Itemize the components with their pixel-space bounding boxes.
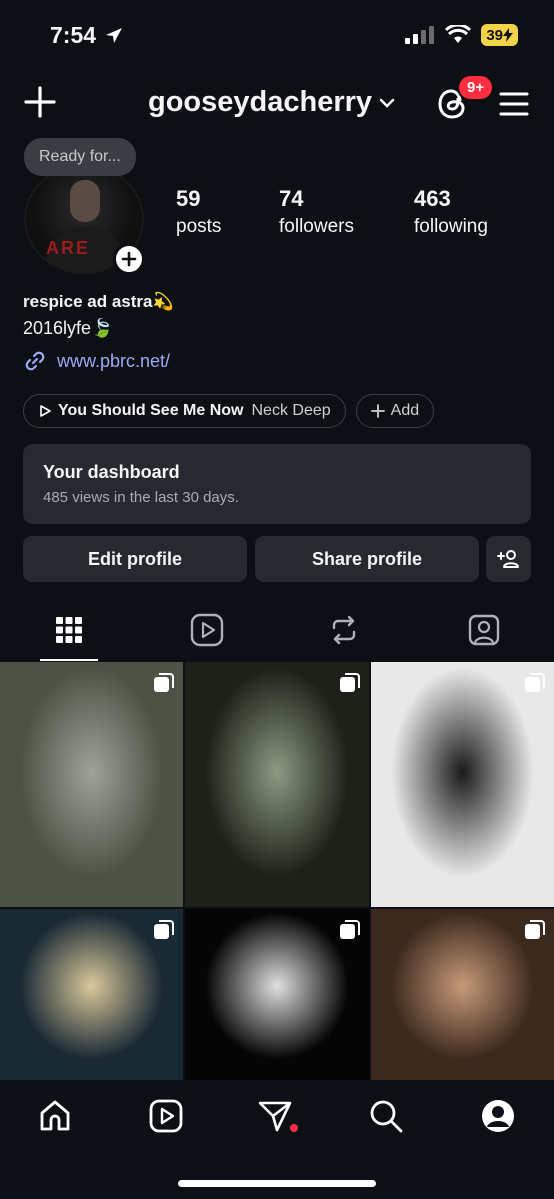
- grid-post[interactable]: [185, 909, 369, 1080]
- carousel-icon: [340, 920, 360, 939]
- stat-value: 59: [176, 186, 201, 211]
- reels-icon: [190, 613, 224, 647]
- stat-label: posts: [176, 216, 222, 237]
- nav-profile[interactable]: [478, 1096, 518, 1136]
- carousel-icon: [154, 920, 174, 939]
- tab-grid[interactable]: [49, 610, 89, 650]
- edit-profile-button[interactable]: Edit profile: [23, 536, 247, 582]
- charging-icon: [503, 28, 513, 42]
- profile-song-pill[interactable]: You Should See Me Now Neck Deep: [23, 394, 346, 428]
- stat-posts[interactable]: 59 posts: [176, 186, 221, 238]
- wifi-icon: [445, 25, 472, 43]
- battery-indicator: 39: [481, 24, 518, 46]
- stat-value: 74: [279, 186, 304, 211]
- bio-text-line: 2016lyfe🍃: [23, 318, 523, 339]
- home-indicator: [178, 1180, 376, 1187]
- dashboard-subtitle: 485 views in the last 30 days.: [43, 489, 239, 506]
- username-switcher[interactable]: gooseydacherry: [148, 86, 396, 119]
- bottom-nav: [0, 1082, 554, 1199]
- bio-name-line: respice ad astra💫: [23, 292, 523, 312]
- clock: 7:54: [50, 22, 97, 48]
- profile-tabs: [0, 604, 554, 662]
- plus-icon: [370, 404, 385, 418]
- messages-icon: [258, 1101, 292, 1132]
- add-person-icon: [496, 550, 519, 568]
- grid-post[interactable]: [371, 909, 554, 1080]
- stat-label: following: [414, 216, 488, 237]
- plus-icon: [24, 86, 56, 118]
- nav-reels[interactable]: [146, 1096, 186, 1136]
- play-icon: [40, 405, 51, 417]
- tab-tagged[interactable]: [464, 610, 504, 650]
- tab-reels[interactable]: [187, 610, 227, 650]
- link-icon: [25, 351, 45, 371]
- music-row: You Should See Me Now Neck Deep Add: [23, 394, 435, 428]
- messages-notification-dot: [290, 1124, 298, 1132]
- dashboard-card[interactable]: Your dashboard 485 views in the last 30 …: [23, 444, 531, 524]
- discover-people-button[interactable]: [486, 536, 531, 582]
- tagged-icon: [468, 614, 500, 646]
- plus-icon: [121, 251, 137, 267]
- active-tab-indicator: [40, 659, 98, 661]
- status-icons: 39: [405, 24, 518, 46]
- nav-search[interactable]: [366, 1096, 406, 1136]
- chevron-down-icon: [379, 98, 395, 108]
- repost-icon: [332, 615, 356, 645]
- carousel-icon: [340, 673, 360, 692]
- home-icon: [40, 1100, 70, 1131]
- grid-post[interactable]: [371, 662, 554, 907]
- carousel-icon: [525, 920, 545, 939]
- add-label: Add: [390, 402, 420, 419]
- profile-icon: [482, 1100, 514, 1132]
- create-button[interactable]: [22, 84, 58, 120]
- bio-text: 2016lyfe: [23, 318, 92, 338]
- threads-notification-badge: 9+: [457, 74, 495, 101]
- dizzy-emoji: 💫: [152, 292, 174, 311]
- song-title: You Should See Me Now: [58, 402, 244, 419]
- profile-actions: Edit profile Share profile: [23, 536, 531, 582]
- battery-level: 39: [486, 26, 503, 44]
- avatar-face: [70, 180, 100, 222]
- add-story-button[interactable]: [113, 243, 145, 275]
- grid-post[interactable]: [0, 909, 183, 1080]
- grid-post[interactable]: [0, 662, 183, 907]
- search-icon: [370, 1100, 403, 1133]
- status-bar: 7:54 39: [0, 0, 554, 70]
- add-button[interactable]: Add: [355, 394, 435, 428]
- song-artist: Neck Deep: [251, 402, 331, 419]
- dashboard-title: Your dashboard: [43, 462, 180, 482]
- nav-messages[interactable]: [255, 1096, 295, 1136]
- status-time: 7:54: [50, 22, 124, 49]
- avatar-shirt-text: ARE: [46, 238, 91, 258]
- reels-icon: [149, 1099, 183, 1133]
- username: gooseydacherry: [148, 86, 373, 118]
- stat-following[interactable]: 463 following: [414, 186, 488, 238]
- bio-name: respice ad astra: [23, 292, 153, 311]
- grid-icon: [56, 617, 82, 643]
- carousel-icon: [154, 673, 174, 692]
- post-grid: [0, 662, 554, 1080]
- menu-button[interactable]: [498, 90, 530, 118]
- location-arrow-icon: [106, 27, 123, 43]
- share-profile-button[interactable]: Share profile: [255, 536, 479, 582]
- nav-home[interactable]: [35, 1096, 75, 1136]
- bio: respice ad astra💫 2016lyfe🍃 www.pbrc.net…: [23, 292, 523, 373]
- bio-link[interactable]: www.pbrc.net/: [23, 349, 523, 373]
- signal-icon: [405, 26, 435, 44]
- note-bubble[interactable]: Ready for...: [24, 138, 136, 176]
- tab-reposts[interactable]: [324, 610, 364, 650]
- hamburger-icon: [499, 92, 529, 116]
- link-text: www.pbrc.net/: [57, 350, 171, 371]
- leaf-emoji: 🍃: [91, 318, 114, 338]
- stat-followers[interactable]: 74 followers: [279, 186, 354, 238]
- stat-label: followers: [279, 216, 354, 237]
- carousel-icon: [525, 673, 545, 692]
- stat-value: 463: [414, 186, 451, 211]
- grid-post[interactable]: [185, 662, 369, 907]
